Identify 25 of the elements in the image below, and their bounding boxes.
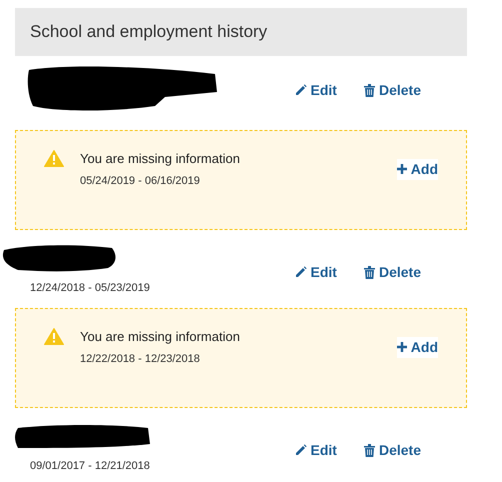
plus-icon [396,342,407,352]
warning-icon [44,150,64,166]
warning-icon [44,328,64,344]
trash-icon [364,444,375,456]
add-button[interactable]: Add [396,336,438,358]
add-button[interactable]: Add [396,158,438,180]
date-range: 09/01/2017 - 12/21/2018 [30,458,150,474]
plus-icon [396,164,407,174]
trash-icon [364,266,375,278]
edit-button[interactable]: Edit [294,440,337,460]
edit-button[interactable]: Edit [294,262,337,282]
delete-button[interactable]: Delete [364,262,421,282]
delete-button[interactable]: Delete [364,80,421,100]
pencil-icon [294,444,307,456]
date-range: 12/24/2018 - 05/23/2019 [30,280,150,296]
pencil-icon [294,84,307,96]
pencil-icon [294,266,307,278]
warning-message: You are missing information [80,328,240,346]
delete-button[interactable]: Delete [364,440,421,460]
date-range: 05/24/2019 - 06/16/2019 [80,174,201,189]
date-range: 12/22/2018 - 12/23/2018 [80,352,201,367]
edit-button[interactable]: Edit [294,80,337,100]
section-title: School and employment history [30,21,268,44]
trash-icon [364,84,375,96]
warning-message: You are missing information [80,150,240,168]
